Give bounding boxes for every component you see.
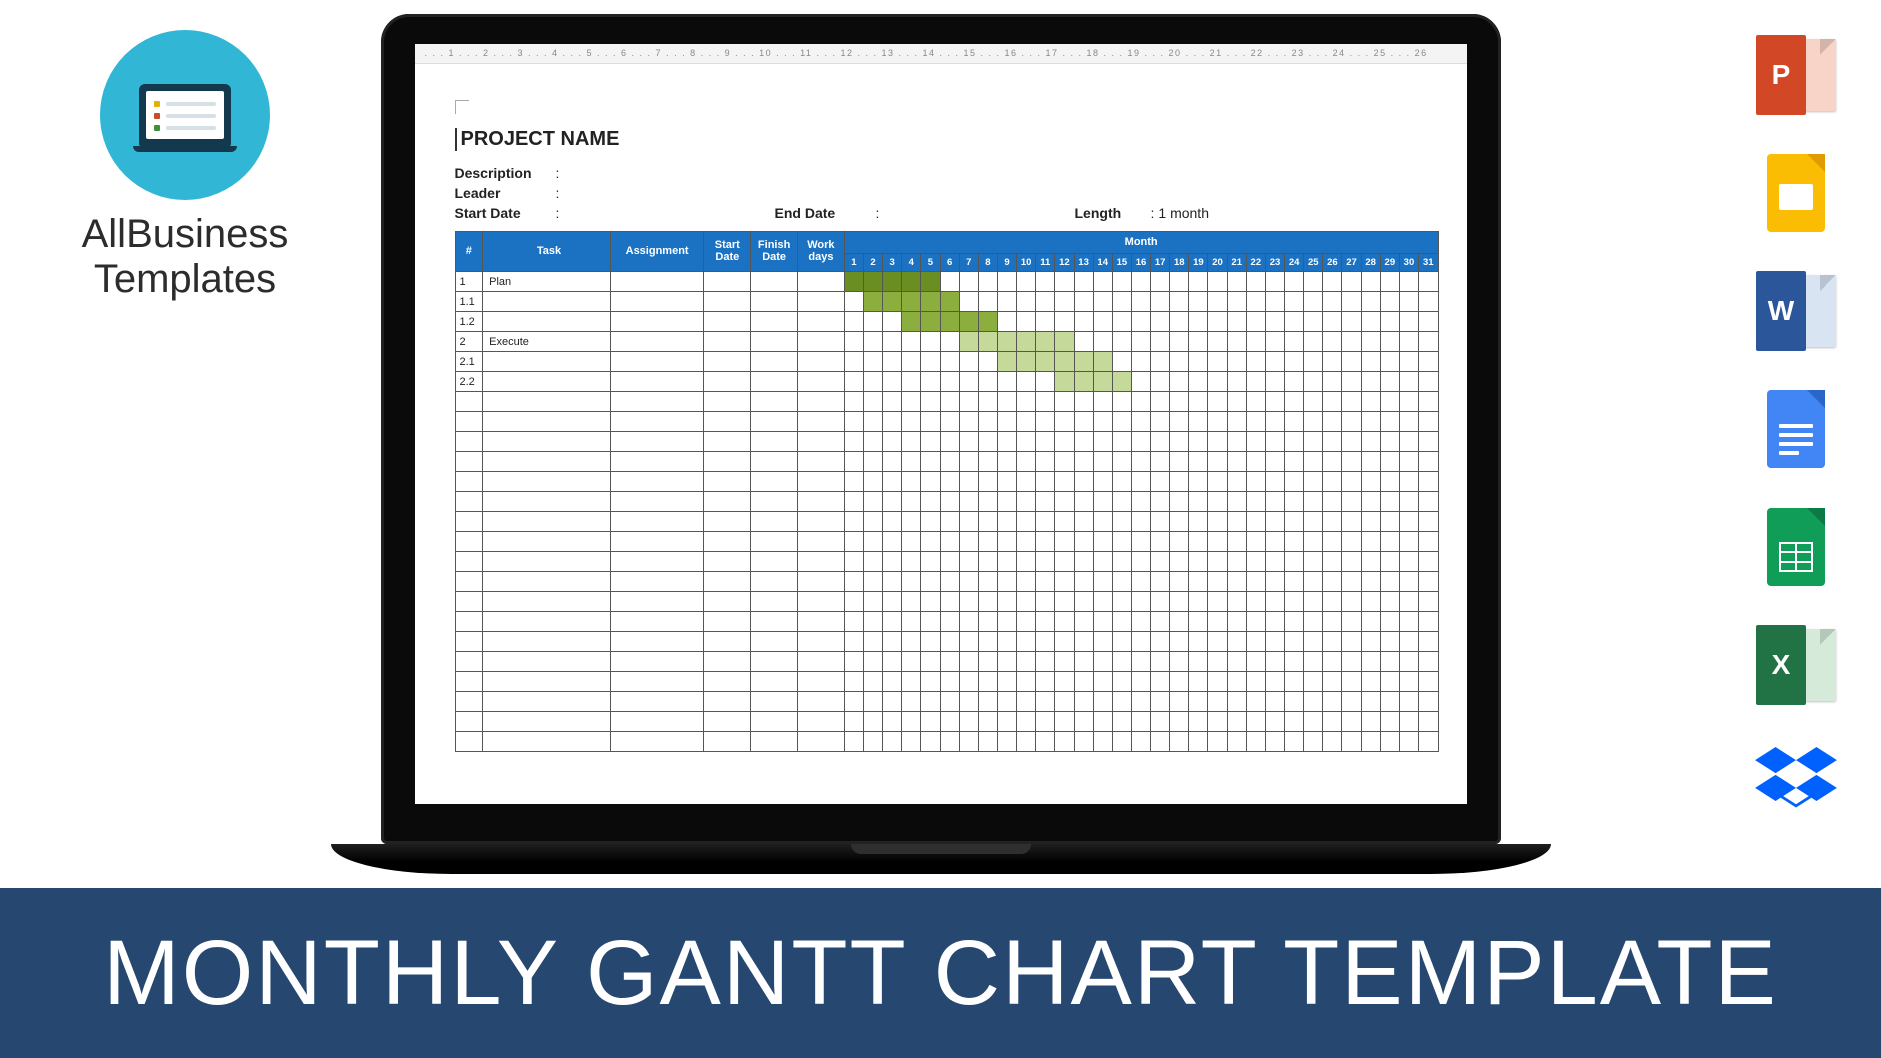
hdr-day-15: 15 [1112, 254, 1131, 272]
hdr-day-24: 24 [1285, 254, 1304, 272]
meta-length-label: Length [1075, 205, 1145, 221]
brand-text-1: AllBusiness [55, 212, 315, 257]
hdr-start: Start Date [704, 232, 751, 272]
hdr-day-7: 7 [959, 254, 978, 272]
hdr-day-10: 10 [1017, 254, 1036, 272]
hdr-day-19: 19 [1189, 254, 1208, 272]
hdr-day-22: 22 [1246, 254, 1265, 272]
hdr-day-5: 5 [921, 254, 940, 272]
hdr-day-30: 30 [1399, 254, 1418, 272]
table-row [455, 512, 1438, 532]
google-sheets-icon [1751, 502, 1841, 592]
table-row [455, 392, 1438, 412]
table-row [455, 572, 1438, 592]
table-row: 1.2 [455, 312, 1438, 332]
meta-description-label: Description [455, 165, 550, 181]
table-row: 1.1 [455, 292, 1438, 312]
brand-text-2: Templates [55, 257, 315, 302]
brand-circle-icon [100, 30, 270, 200]
google-docs-icon [1751, 384, 1841, 474]
table-row: 2Execute [455, 332, 1438, 352]
table-row: 2.1 [455, 352, 1438, 372]
hdr-day-8: 8 [978, 254, 997, 272]
google-slides-icon [1751, 148, 1841, 238]
powerpoint-letter: P [1772, 59, 1791, 91]
hdr-day-25: 25 [1304, 254, 1323, 272]
hdr-day-23: 23 [1265, 254, 1284, 272]
meta-end-label: End Date [775, 205, 870, 221]
gantt-table: # Task Assignment Start Date Finish Date… [455, 231, 1439, 752]
hdr-finish: Finish Date [751, 232, 798, 272]
meta-start-label: Start Date [455, 205, 550, 221]
hdr-day-21: 21 [1227, 254, 1246, 272]
hdr-day-18: 18 [1170, 254, 1189, 272]
hdr-month: Month [844, 232, 1438, 254]
table-row [455, 412, 1438, 432]
hdr-day-17: 17 [1151, 254, 1170, 272]
app-icon-stack: P W X [1751, 30, 1841, 828]
hdr-day-27: 27 [1342, 254, 1361, 272]
bottom-banner: MONTHLY GANTT CHART TEMPLATE [0, 888, 1881, 1058]
table-row [455, 472, 1438, 492]
gantt-header: # Task Assignment Start Date Finish Date… [455, 232, 1438, 272]
powerpoint-icon: P [1751, 30, 1841, 120]
hdr-task: Task [483, 232, 611, 272]
laptop-keyboard [331, 844, 1551, 874]
hdr-num: # [455, 232, 483, 272]
meta-length-value: 1 month [1158, 205, 1209, 221]
page-corner-mark [455, 100, 469, 114]
hdr-day-11: 11 [1036, 254, 1055, 272]
hdr-day-6: 6 [940, 254, 959, 272]
word-ruler: . . . 1 . . . 2 . . . 3 . . . 4 . . . 5 … [415, 44, 1467, 64]
table-row [455, 712, 1438, 732]
hdr-day-16: 16 [1131, 254, 1150, 272]
dropbox-icon [1751, 738, 1841, 828]
hdr-day-29: 29 [1380, 254, 1399, 272]
banner-text: MONTHLY GANTT CHART TEMPLATE [103, 921, 1778, 1026]
hdr-day-2: 2 [863, 254, 882, 272]
table-row [455, 452, 1438, 472]
hdr-day-14: 14 [1093, 254, 1112, 272]
table-row [455, 612, 1438, 632]
hdr-work: Work days [798, 232, 845, 272]
hdr-day-1: 1 [844, 254, 863, 272]
table-row [455, 592, 1438, 612]
document-screen: . . . 1 . . . 2 . . . 3 . . . 4 . . . 5 … [415, 44, 1467, 804]
laptop-mockup: . . . 1 . . . 2 . . . 3 . . . 4 . . . 5 … [331, 14, 1551, 874]
table-row: 2.2 [455, 372, 1438, 392]
brand-logo: AllBusiness Templates [55, 30, 315, 302]
hdr-day-26: 26 [1323, 254, 1342, 272]
table-row [455, 552, 1438, 572]
table-row [455, 692, 1438, 712]
table-row [455, 672, 1438, 692]
table-row [455, 532, 1438, 552]
hdr-day-28: 28 [1361, 254, 1380, 272]
table-row [455, 732, 1438, 752]
hdr-day-31: 31 [1419, 254, 1438, 272]
table-row [455, 632, 1438, 652]
project-title: PROJECT NAME [455, 128, 1439, 151]
table-row [455, 652, 1438, 672]
hdr-day-3: 3 [883, 254, 902, 272]
hdr-day-12: 12 [1055, 254, 1074, 272]
word-letter: W [1768, 295, 1794, 327]
table-row [455, 432, 1438, 452]
excel-icon: X [1751, 620, 1841, 710]
table-row: 1Plan [455, 272, 1438, 292]
hdr-day-9: 9 [997, 254, 1016, 272]
hdr-day-20: 20 [1208, 254, 1227, 272]
hdr-assg: Assignment [610, 232, 704, 272]
hdr-day-13: 13 [1074, 254, 1093, 272]
table-row [455, 492, 1438, 512]
hdr-day-4: 4 [902, 254, 921, 272]
excel-letter: X [1772, 649, 1791, 681]
word-icon: W [1751, 266, 1841, 356]
meta-leader-label: Leader [455, 185, 550, 201]
